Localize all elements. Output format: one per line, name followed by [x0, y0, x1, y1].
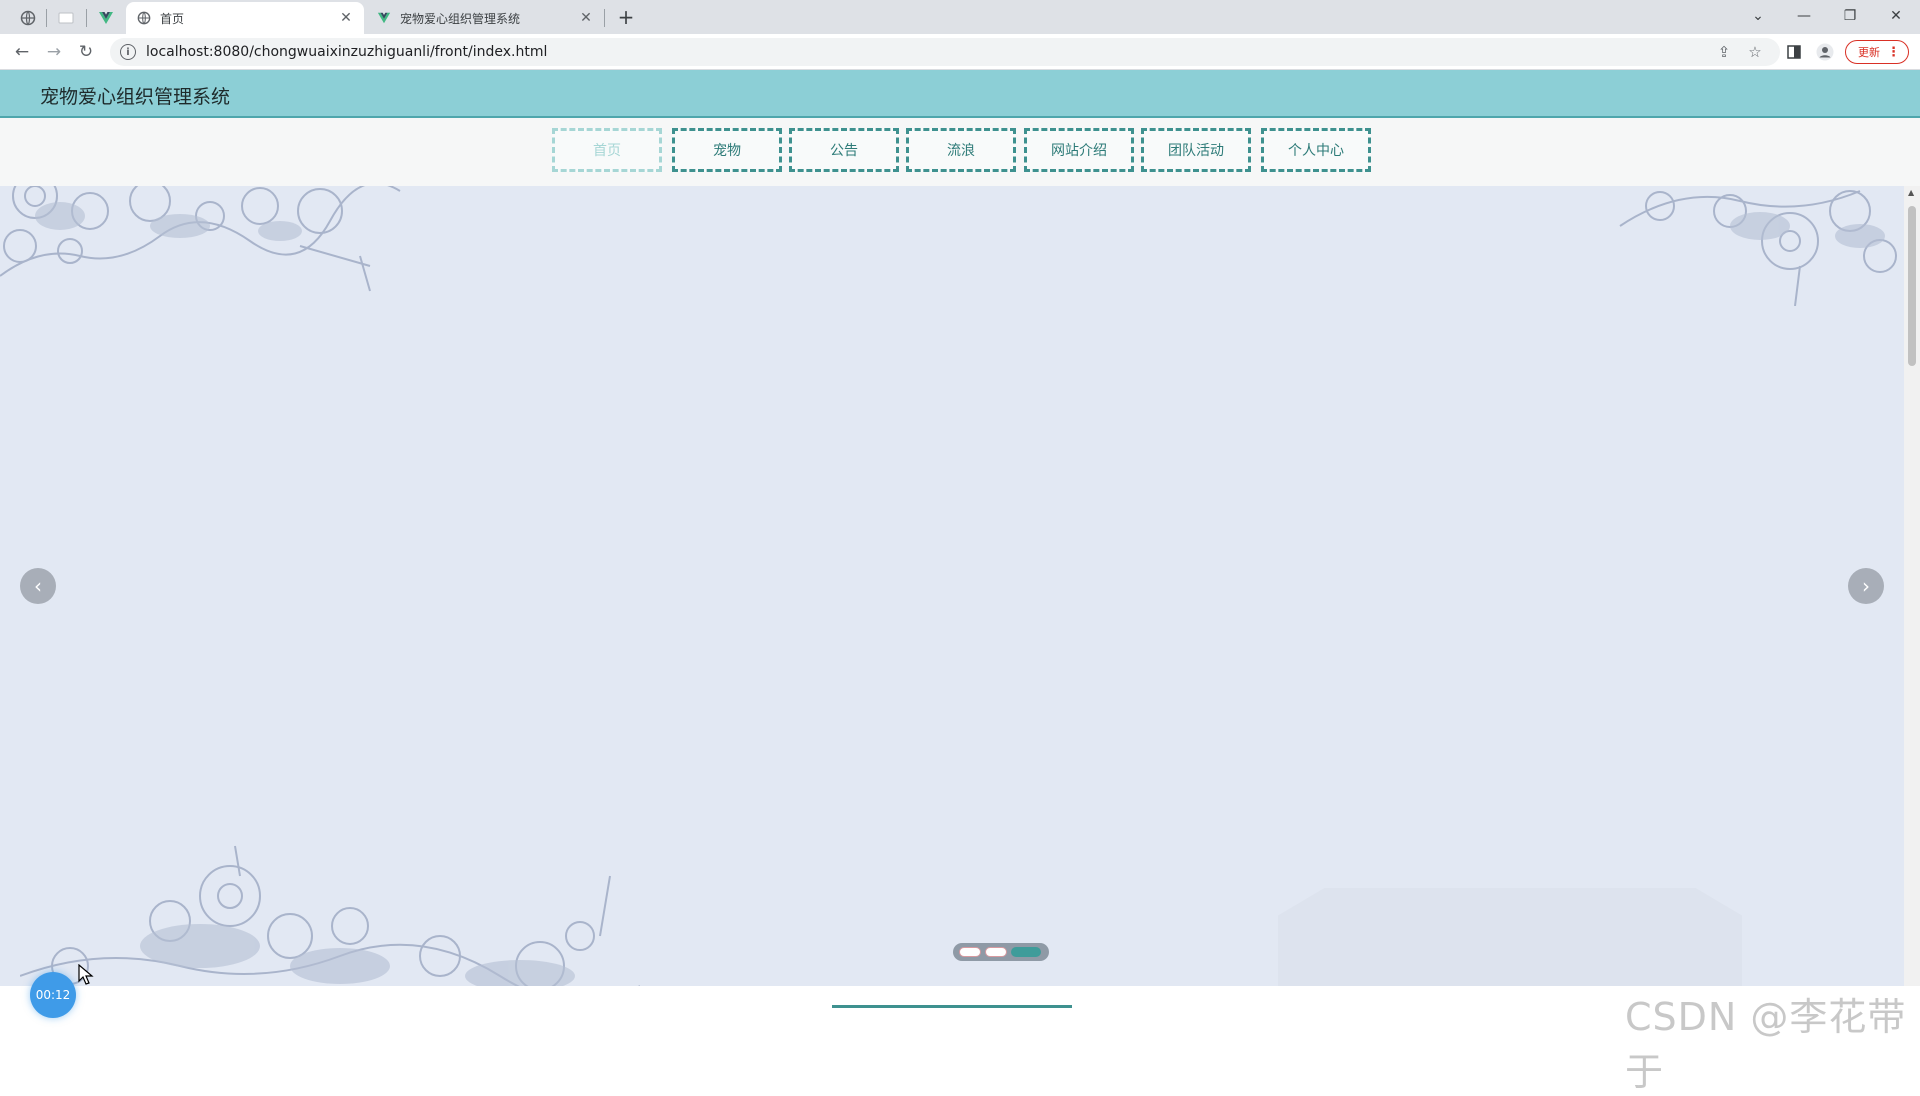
lace-decoration-top-left [0, 186, 401, 292]
close-tab-icon[interactable]: ✕ [578, 10, 594, 26]
menu-item-personal-center[interactable]: 个人中心 [1261, 128, 1371, 172]
tab-separator [46, 9, 47, 27]
more-menu-icon[interactable]: ⋮ [1887, 45, 1900, 60]
reload-button[interactable]: ↻ [74, 40, 98, 64]
menu-item-stray[interactable]: 流浪 [906, 128, 1016, 172]
vue-logo-icon [99, 12, 113, 24]
menu-item-pets[interactable]: 宠物 [672, 128, 782, 172]
side-panel-icon[interactable] [1784, 42, 1804, 62]
pinned-tab-vue[interactable] [92, 5, 120, 31]
close-tab-icon[interactable]: ✕ [338, 10, 354, 26]
banner-carousel [0, 186, 1904, 986]
scroll-up-arrow-icon[interactable]: ▲ [1908, 188, 1914, 197]
tab-separator [86, 9, 87, 27]
tab-system[interactable]: 宠物爱心组织管理系统 ✕ [366, 2, 604, 34]
lace-decoration-bottom-left [20, 845, 640, 986]
share-icon[interactable]: ⇪ [1714, 42, 1734, 62]
site-info-icon[interactable]: i [120, 44, 136, 60]
scrollbar-thumb[interactable] [1908, 206, 1916, 366]
site-title: 宠物爱心组织管理系统 [40, 86, 231, 108]
tab-title: 宠物爱心组织管理系统 [400, 11, 521, 26]
pedestal-shape [1278, 888, 1742, 986]
browser-tab-strip: 首页 ✕ 宠物爱心组织管理系统 ✕ + ⌄ — ❐ ✕ [0, 0, 1920, 34]
carousel-dot-1[interactable] [959, 947, 981, 957]
page-scrollbar[interactable]: ▲ ▼ [1904, 186, 1920, 1006]
recording-timer: 00:12 [30, 972, 76, 1018]
globe-icon [20, 10, 36, 26]
pinned-tab-globe[interactable] [14, 5, 42, 31]
main-menu: 首页 宠物 公告 流浪 网站介绍 团队活动 个人中心 [0, 118, 1920, 186]
lace-decoration-top-right [1619, 190, 1897, 306]
back-button[interactable]: ← [10, 40, 34, 64]
profile-avatar-icon[interactable] [1815, 42, 1835, 62]
menu-item-team-activities[interactable]: 团队活动 [1141, 128, 1251, 172]
forward-button[interactable]: → [42, 40, 66, 64]
restore-button[interactable]: ❐ [1830, 4, 1870, 28]
tab-title: 首页 [160, 11, 185, 26]
watermark: CSDN @李花带于 [1625, 995, 1907, 1094]
url-text: localhost:8080/chongwuaixinzuzhiguanli/f… [146, 44, 548, 60]
browser-toolbar: ← → ↻ i localhost:8080/chongwuaixinzuzhi… [0, 34, 1920, 70]
tab-separator [604, 9, 605, 27]
page-icon [58, 12, 74, 24]
new-tab-button[interactable]: + [614, 6, 638, 28]
vue-logo-icon [376, 10, 392, 26]
tab-search-icon[interactable]: ⌄ [1738, 4, 1778, 28]
carousel-dot-2[interactable] [985, 947, 1007, 957]
carousel-indicators [953, 943, 1049, 961]
menu-item-site-intro[interactable]: 网站介绍 [1024, 128, 1134, 172]
bookmark-star-icon[interactable]: ☆ [1745, 42, 1765, 62]
minimize-button[interactable]: — [1784, 4, 1824, 28]
mouse-cursor-icon [78, 964, 94, 985]
menu-item-announcements[interactable]: 公告 [789, 128, 899, 172]
carousel-next-button[interactable]: › [1848, 568, 1884, 604]
carousel-prev-button[interactable]: ‹ [20, 568, 56, 604]
update-button[interactable]: 更新 ⋮ [1845, 40, 1909, 64]
section-divider-line [832, 1005, 1072, 1008]
update-label: 更新 [1858, 46, 1880, 59]
globe-icon [136, 10, 152, 26]
close-window-button[interactable]: ✕ [1876, 4, 1916, 28]
tab-home[interactable]: 首页 ✕ [126, 2, 364, 34]
carousel-dot-3[interactable] [1011, 947, 1041, 957]
pinned-tab-blank[interactable] [52, 5, 80, 31]
site-header: 宠物爱心组织管理系统 [0, 70, 1920, 118]
address-bar[interactable]: i localhost:8080/chongwuaixinzuzhiguanli… [110, 38, 1780, 66]
menu-item-home[interactable]: 首页 [552, 128, 662, 172]
